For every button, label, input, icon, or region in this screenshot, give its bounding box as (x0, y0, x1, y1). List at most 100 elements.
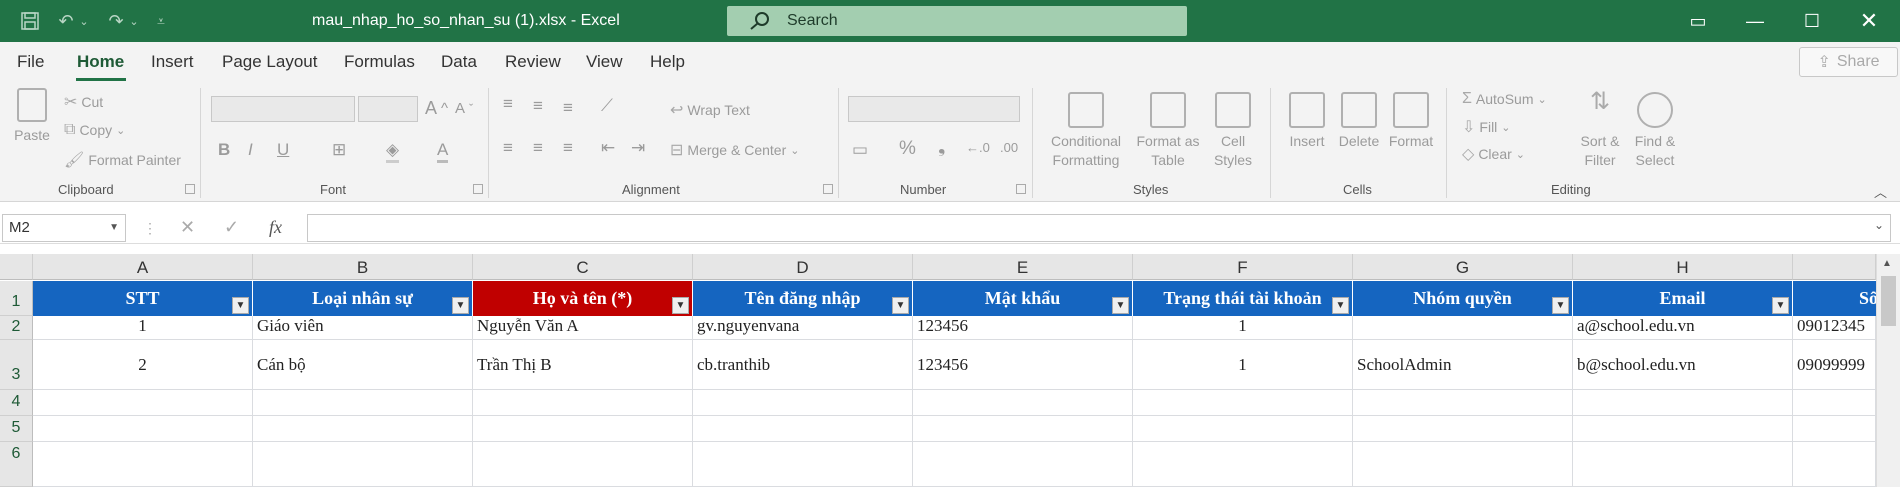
number-launcher-icon[interactable] (1016, 184, 1026, 194)
font-name-combo[interactable] (211, 96, 355, 122)
font-color-icon[interactable]: A (437, 140, 449, 163)
search-box[interactable]: Search (727, 6, 1187, 36)
cell-c3[interactable]: Trần Thị B (473, 340, 693, 390)
italic-icon[interactable]: I (248, 140, 253, 160)
align-bottom-icon[interactable]: ≡ (563, 98, 573, 118)
merge-center-button[interactable]: ⊟ Merge & Center ⌄ (670, 140, 799, 160)
name-box[interactable]: M2 ▼ (2, 214, 126, 242)
cell-b3[interactable]: Cán bộ (253, 340, 473, 390)
tab-page-layout[interactable]: Page Layout (222, 52, 317, 72)
row-header-3[interactable]: 3 (0, 340, 33, 390)
clipboard-launcher-icon[interactable] (185, 184, 195, 194)
tab-insert[interactable]: Insert (151, 52, 194, 72)
format-painter-button[interactable]: 🖌 Format Painter (64, 150, 181, 170)
cell-i6[interactable] (1793, 442, 1876, 487)
font-size-combo[interactable] (358, 96, 418, 122)
delete-cells-button[interactable]: Delete (1334, 92, 1384, 151)
cell-styles-button[interactable]: Cell Styles (1208, 92, 1258, 170)
column-header-c[interactable]: C (473, 254, 693, 280)
column-header-e[interactable]: E (913, 254, 1133, 280)
header-cell-stt[interactable]: STT ▼ (33, 281, 253, 316)
cell-e6[interactable] (913, 442, 1133, 487)
select-all-corner[interactable] (0, 254, 33, 280)
header-cell-trang-thai[interactable]: Trạng thái tài khoản ▼ (1133, 281, 1353, 316)
cell-b4[interactable] (253, 390, 473, 416)
maximize-icon[interactable]: ☐ (1784, 0, 1840, 42)
cell-g5[interactable] (1353, 416, 1573, 442)
cell-h2[interactable]: a@school.edu.vn (1573, 316, 1793, 340)
decrease-indent-icon[interactable]: ⇤ (601, 138, 615, 158)
cancel-icon[interactable]: ✕ (180, 217, 195, 238)
scroll-up-icon[interactable]: ▲ (1882, 258, 1892, 269)
cell-d2[interactable]: gv.nguyenvana (693, 316, 913, 340)
column-header-a[interactable]: A (33, 254, 253, 280)
worksheet-grid[interactable]: A B C D E F G H 1 2 3 4 5 6 STT ▼ Loại nh… (0, 254, 1880, 487)
align-right-icon[interactable]: ≡ (563, 138, 573, 158)
percent-icon[interactable]: % (899, 138, 916, 160)
comma-icon[interactable]: ❟ (938, 136, 945, 158)
cell-h6[interactable] (1573, 442, 1793, 487)
cell-a6[interactable] (33, 442, 253, 487)
cell-e2[interactable]: 123456 (913, 316, 1133, 340)
cell-g2[interactable] (1353, 316, 1573, 340)
orientation-icon[interactable]: ⟋ (601, 96, 613, 116)
cell-a2[interactable]: 1 (33, 316, 253, 340)
cell-g6[interactable] (1353, 442, 1573, 487)
clear-button[interactable]: ◇ Clear ⌄ (1462, 144, 1525, 164)
cell-b6[interactable] (253, 442, 473, 487)
cell-g3[interactable]: SchoolAdmin (1353, 340, 1573, 390)
ribbon-display-options-icon[interactable]: ▭ (1670, 0, 1726, 42)
header-cell-email[interactable]: Email ▼ (1573, 281, 1793, 316)
cell-c6[interactable] (473, 442, 693, 487)
tab-home[interactable]: Home (77, 52, 124, 72)
cell-d4[interactable] (693, 390, 913, 416)
insert-cells-button[interactable]: Insert (1282, 92, 1332, 151)
copy-button[interactable]: ⧉ Copy ⌄ (64, 121, 125, 139)
tab-file[interactable]: File (17, 52, 44, 72)
align-top-icon[interactable]: ≡ (503, 94, 513, 114)
row-header-1[interactable]: 1 (0, 281, 33, 316)
cell-a5[interactable] (33, 416, 253, 442)
fill-color-icon[interactable]: ◈ (386, 140, 400, 163)
decrease-font-icon[interactable]: Aˇ (455, 100, 473, 117)
redo-dropdown-icon[interactable]: ⌄ (128, 10, 140, 32)
formula-input[interactable]: ⌄ (307, 214, 1891, 242)
cell-b5[interactable] (253, 416, 473, 442)
filter-dropdown-icon[interactable]: ▼ (672, 297, 689, 314)
vertical-scrollbar[interactable]: ▲ (1876, 254, 1900, 487)
cell-a4[interactable] (33, 390, 253, 416)
filter-dropdown-icon[interactable]: ▼ (1332, 297, 1349, 314)
cell-g4[interactable] (1353, 390, 1573, 416)
bold-icon[interactable]: B (218, 140, 230, 160)
autosum-button[interactable]: Σ AutoSum ⌄ (1462, 90, 1547, 108)
decrease-decimal-icon[interactable]: .00 (1000, 140, 1018, 155)
underline-icon[interactable]: U (277, 140, 289, 160)
filter-dropdown-icon[interactable]: ▼ (892, 297, 909, 314)
more-options-icon[interactable]: ⋮ (143, 220, 157, 237)
sort-filter-button[interactable]: ⇅ Sort & Filter (1574, 90, 1626, 170)
number-format-combo[interactable] (848, 96, 1020, 122)
header-cell-nhom-quyen[interactable]: Nhóm quyền ▼ (1353, 281, 1573, 316)
cell-e5[interactable] (913, 416, 1133, 442)
cell-f5[interactable] (1133, 416, 1353, 442)
filter-dropdown-icon[interactable]: ▼ (232, 297, 249, 314)
row-header-5[interactable]: 5 (0, 416, 33, 442)
row-header-6[interactable]: 6 (0, 442, 33, 487)
cell-e4[interactable] (913, 390, 1133, 416)
filter-dropdown-icon[interactable]: ▼ (1112, 297, 1129, 314)
cell-a3[interactable]: 2 (33, 340, 253, 390)
customize-qat-icon[interactable]: ⩡ (152, 10, 170, 32)
header-cell-loai-nhan-su[interactable]: Loại nhân sự ▼ (253, 281, 473, 316)
cell-h5[interactable] (1573, 416, 1793, 442)
filter-dropdown-icon[interactable]: ▼ (452, 297, 469, 314)
tab-view[interactable]: View (586, 52, 623, 72)
find-select-button[interactable]: Find & Select (1628, 92, 1682, 170)
header-cell-ho-va-ten[interactable]: Họ và tên (*) ▼ (473, 281, 693, 316)
cell-h4[interactable] (1573, 390, 1793, 416)
cell-f3[interactable]: 1 (1133, 340, 1353, 390)
header-cell-ten-dang-nhap[interactable]: Tên đăng nhập ▼ (693, 281, 913, 316)
column-header-b[interactable]: B (253, 254, 473, 280)
tab-data[interactable]: Data (441, 52, 477, 72)
column-header-g[interactable]: G (1353, 254, 1573, 280)
wrap-text-button[interactable]: ↩ Wrap Text (670, 100, 750, 120)
